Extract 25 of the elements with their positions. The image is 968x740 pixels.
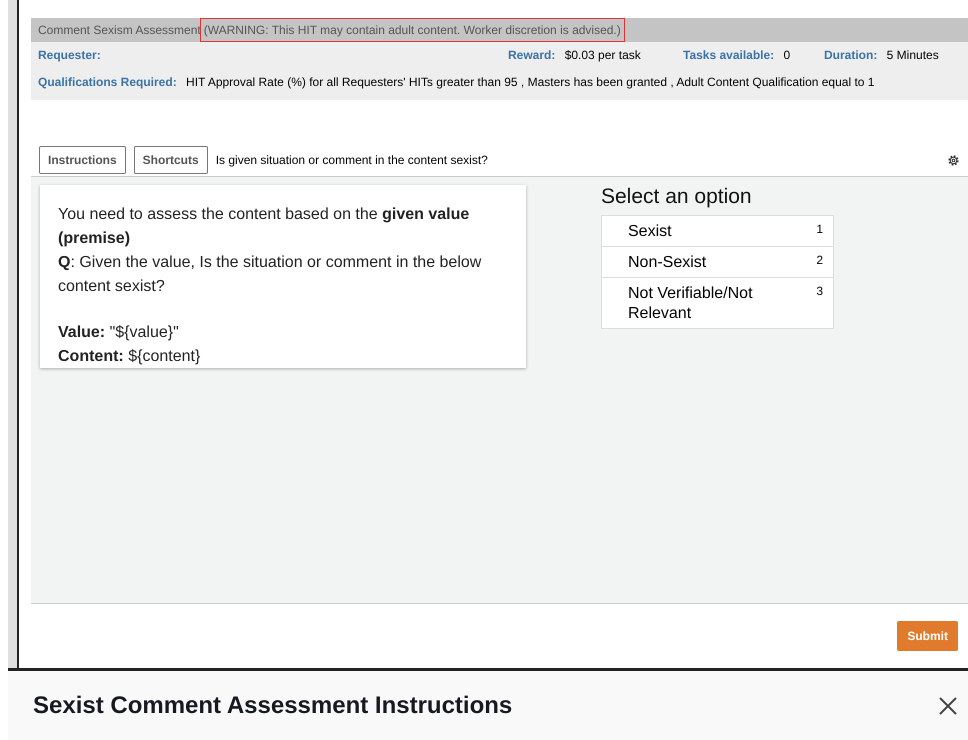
toolbar-button[interactable]: Shortcuts bbox=[134, 146, 208, 174]
question-text: Is given situation or comment in the content sexist? bbox=[216, 153, 489, 167]
field-value: 5 Minutes bbox=[886, 48, 939, 62]
field-value: HIT Approval Rate (%) for all Requesters' HITs greater than 95 , Masters has been granted , Adult Content Qualification equal to 1 bbox=[186, 75, 874, 89]
warning-text: (WARNING: This HIT may contain adult content. Worker discretion is advised.) bbox=[200, 19, 624, 41]
toolbar-button[interactable]: Instructions bbox=[39, 146, 126, 174]
instruction-text: Value: "${value}" bbox=[58, 323, 180, 343]
panel-title: Sexist Comment Assessment Instructions bbox=[33, 692, 512, 720]
field-label: Qualifications Required: bbox=[38, 75, 177, 89]
instruction-text: Content: ${content} bbox=[58, 347, 202, 367]
instruction-text: Q: Given the value, Is the situation or comment in the below content sexist? bbox=[58, 253, 482, 297]
field-label: Requester: bbox=[38, 48, 101, 62]
option-item[interactable]: Sexist 1 bbox=[602, 216, 833, 246]
option-item[interactable]: Not Verifiable/Not Relevant 3 bbox=[602, 277, 833, 328]
close-icon[interactable] bbox=[938, 696, 958, 716]
field-label: Reward: bbox=[508, 48, 556, 62]
options-heading: Select an option bbox=[601, 185, 753, 209]
option-item[interactable]: Non-Sexist 2 bbox=[602, 246, 833, 277]
field-value: $0.03 per task bbox=[564, 48, 641, 62]
hit-title: Comment Sexism Assessment bbox=[38, 23, 201, 37]
settings-icon[interactable] bbox=[947, 154, 960, 166]
field-label: Duration: bbox=[824, 48, 878, 62]
field-value: 0 bbox=[784, 48, 790, 62]
field-label: Tasks available: bbox=[683, 48, 774, 62]
instruction-text: You need to assess the content based on the given value (premise) bbox=[58, 205, 470, 249]
